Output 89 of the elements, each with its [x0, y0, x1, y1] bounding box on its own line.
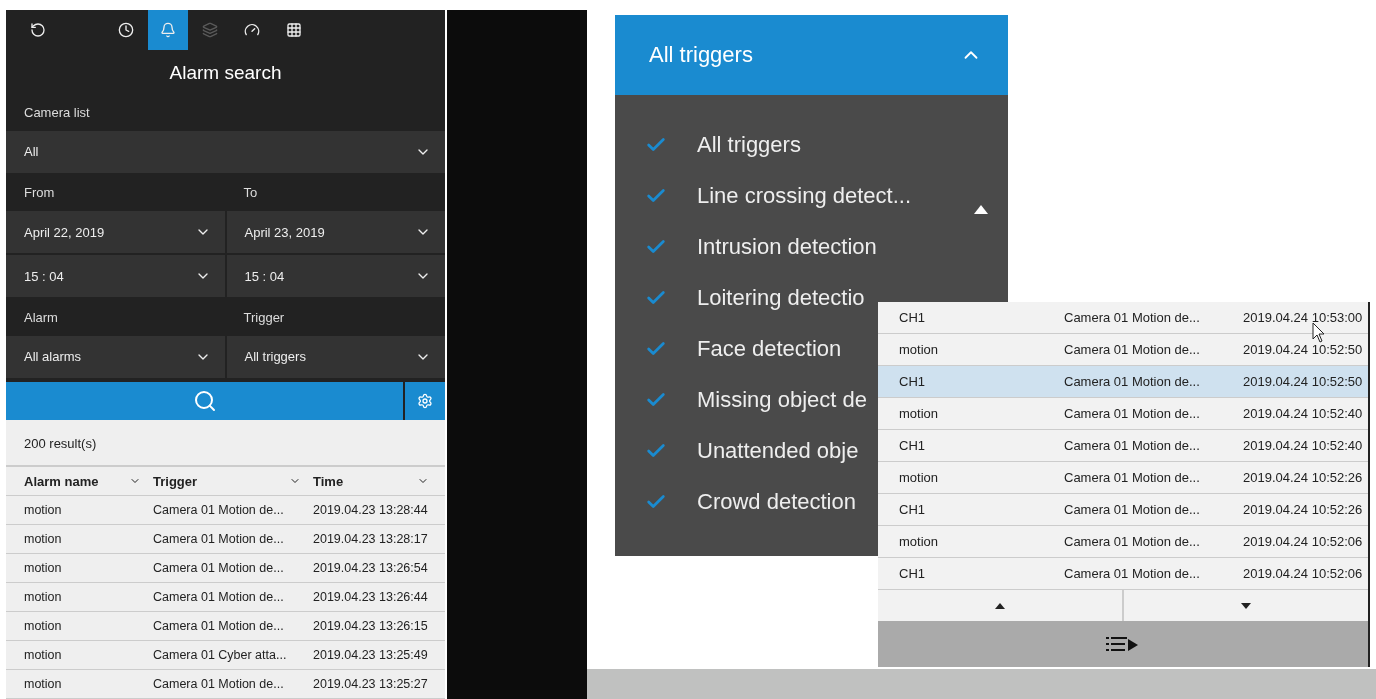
- table-cell-text: 2019.04.23 13:26:54: [313, 561, 429, 575]
- settings-icon: [417, 392, 433, 409]
- table-cell-text: 2019.04.23 13:25:49: [313, 648, 429, 662]
- table-cell-text: motion: [24, 561, 63, 575]
- table-cell-text: 2019.04.24 10:52:50: [1243, 342, 1364, 357]
- table-cell-text: 2019.04.24 10:52:26: [1243, 470, 1364, 485]
- table-cell-text: Camera 01 Motion de...: [1064, 310, 1201, 325]
- settings-button[interactable]: [405, 381, 445, 420]
- trigger-option[interactable]: Face detection: [697, 335, 842, 362]
- table-cell-text: Camera 01 Motion de...: [1064, 342, 1201, 357]
- table-cell-text: Camera 01 Motion de...: [1064, 534, 1201, 549]
- trigger-dropdown-header[interactable]: All triggers: [615, 15, 1008, 95]
- table-cell-text: Camera 01 Motion de...: [153, 561, 285, 575]
- field-label: Trigger: [242, 309, 286, 325]
- triangle-up-icon: [995, 602, 1005, 609]
- dropdown-select[interactable]: All alarms: [6, 335, 225, 378]
- table-cell-text: motion: [24, 619, 63, 633]
- table-row[interactable]: CH1 Camera 01 Motion de... 2019.04.24 10:52:26: [878, 494, 1368, 526]
- triangle-down-icon: [1241, 602, 1251, 609]
- scroll-up-icon[interactable]: [974, 205, 988, 214]
- table-cell-text: Camera 01 Motion de...: [153, 619, 285, 633]
- table-row[interactable]: motion Camera 01 Motion de... 2019.04.24 10:52:06: [878, 526, 1368, 558]
- table-cell-text: motion: [24, 532, 63, 546]
- table-cell-text: 2019.04.23 13:28:44: [313, 503, 429, 517]
- table-cell-text: motion: [899, 534, 940, 549]
- dropdown-select[interactable]: 15 : 04: [6, 255, 225, 298]
- table-row[interactable]: CH1 Camera 01 Motion de... 2019.04.24 10:52:50: [878, 366, 1368, 398]
- trigger-option[interactable]: Unattended obje: [697, 437, 859, 464]
- dropdown-select[interactable]: April 23, 2019: [226, 211, 445, 254]
- table-cell-text: motion: [24, 503, 63, 517]
- table-cell-text: motion: [24, 648, 63, 662]
- table-cell-text: CH1: [899, 502, 926, 517]
- table-row[interactable]: CH1 Camera 01 Motion de... 2019.04.24 10:52:40: [878, 430, 1368, 462]
- table-cell-text: Camera 01 Motion de...: [153, 677, 285, 691]
- table-cell-text: 2019.04.24 10:52:40: [1243, 406, 1364, 421]
- table-cell-text: 2019.04.24 10:52:06: [1243, 534, 1364, 549]
- trigger-option[interactable]: All triggers: [697, 131, 801, 158]
- search-button[interactable]: [6, 381, 403, 420]
- table-cell-text: Camera 01 Motion de...: [1064, 374, 1201, 389]
- table-cell-text: motion: [899, 470, 940, 485]
- table-cell-text: 2019.04.24 10:52:26: [1243, 502, 1364, 517]
- table-cell-text: 2019.04.23 13:26:44: [313, 590, 429, 604]
- table-cell-text: motion: [899, 406, 940, 421]
- table-cell-text: Camera 01 Cyber atta...: [153, 648, 288, 662]
- column-header[interactable]: Time: [313, 473, 441, 489]
- trigger-option[interactable]: Line crossing detect...: [697, 182, 911, 209]
- dropdown-select[interactable]: All: [6, 130, 445, 173]
- trigger-option[interactable]: Intrusion detection: [697, 233, 877, 260]
- field-label: To: [242, 185, 259, 201]
- table-cell-text: Camera 01 Motion de...: [1064, 406, 1201, 421]
- results-count: 200 result(s): [6, 420, 445, 467]
- trigger-option[interactable]: Missing object de: [697, 386, 867, 413]
- dropdown-select[interactable]: All triggers: [226, 335, 445, 378]
- table-cell-text: motion: [24, 677, 63, 691]
- table-cell-text: 2019.04.24 10:52:50: [1243, 374, 1364, 389]
- table-row[interactable]: motion Camera 01 Motion de... 2019.04.24 10:52:40: [878, 398, 1368, 430]
- trigger-option[interactable]: Loitering detectio: [697, 284, 865, 311]
- table-cell-text: CH1: [899, 310, 926, 325]
- table-cell-text: 2019.04.23 13:26:15: [313, 619, 429, 633]
- panel-title: Alarm search: [168, 61, 283, 85]
- table-cell-text: 2019.04.24 10:52:06: [1243, 566, 1364, 581]
- table-cell-text: Camera 01 Motion de...: [1064, 470, 1201, 485]
- playlist-icon[interactable]: [1106, 635, 1140, 653]
- table-cell-text: motion: [24, 590, 63, 604]
- table-cell-text: CH1: [899, 566, 926, 581]
- search-icon: [192, 388, 217, 413]
- table-cell-text: 2019.04.24 10:53:00: [1243, 310, 1364, 325]
- table-cell-text: motion: [899, 342, 940, 357]
- table-cell-text: Camera 01 Motion de...: [153, 503, 285, 517]
- table-cell-text: 2019.04.24 10:52:40: [1243, 438, 1364, 453]
- table-cell-text: Camera 01 Motion de...: [1064, 566, 1201, 581]
- table-cell-text: Camera 01 Motion de...: [1064, 438, 1201, 453]
- dropdown-select[interactable]: 15 : 04: [226, 255, 445, 298]
- column-header[interactable]: Trigger: [153, 473, 313, 489]
- table-cell-text: Camera 01 Motion de...: [1064, 502, 1201, 517]
- field-label: Alarm: [23, 309, 59, 325]
- trigger-option[interactable]: Crowd detection: [697, 488, 856, 515]
- field-label: Camera list: [23, 104, 91, 120]
- dropdown-select[interactable]: April 22, 2019: [6, 211, 225, 254]
- mouse-pointer-icon: [1312, 322, 1326, 344]
- column-header[interactable]: Alarm name: [24, 473, 153, 489]
- table-cell-text: CH1: [899, 438, 926, 453]
- table-cell-text: 2019.04.23 13:28:17: [313, 532, 429, 546]
- table-cell-text: CH1: [899, 374, 926, 389]
- field-label: From: [23, 185, 56, 201]
- table-cell-text: Camera 01 Motion de...: [153, 532, 285, 546]
- table-cell-text: Camera 01 Motion de...: [153, 590, 285, 604]
- table-cell-text: 2019.04.23 13:25:27: [313, 677, 429, 691]
- table-row[interactable]: motion Camera 01 Motion de... 2019.04.24 10:52:26: [878, 462, 1368, 494]
